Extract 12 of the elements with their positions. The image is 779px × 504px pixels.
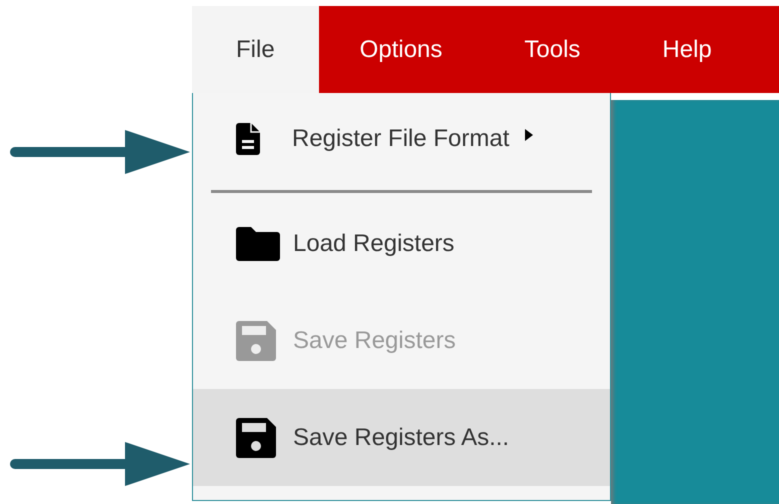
arrow-icon — [10, 130, 190, 174]
menu-tab[interactable]: File — [192, 6, 319, 93]
menu-item[interactable]: Register File Format — [193, 93, 610, 185]
document-icon — [236, 123, 260, 155]
caret-icon — [525, 129, 534, 141]
menu-tab[interactable]: Options — [318, 6, 484, 93]
menu-item[interactable]: Save Registers As... — [193, 389, 610, 486]
menu-tab[interactable]: Tools — [483, 6, 622, 93]
folder-icon — [236, 226, 280, 260]
menu-tab[interactable]: Help — [621, 6, 753, 93]
arrow-icon — [10, 442, 190, 486]
menu-item[interactable]: Load Registers — [193, 195, 610, 292]
